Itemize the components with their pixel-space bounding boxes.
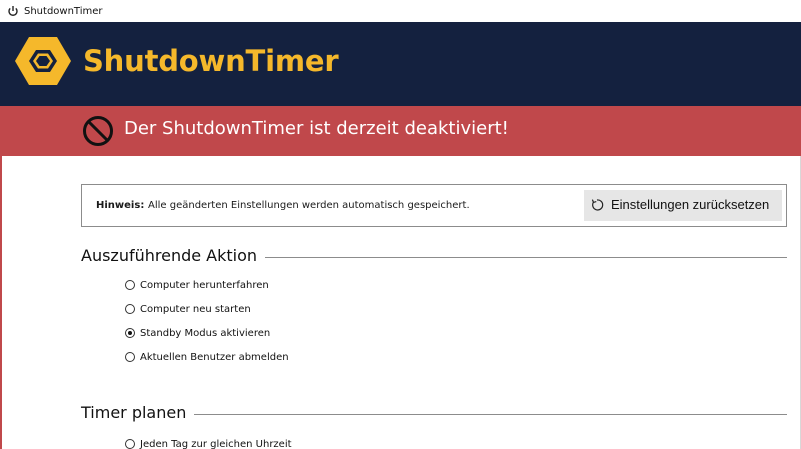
section-divider xyxy=(255,257,787,258)
power-icon xyxy=(8,6,18,16)
reset-settings-button[interactable]: Einstellungen zurücksetzen xyxy=(584,190,782,221)
status-banner: Der ShutdownTimer ist derzeit deaktivier… xyxy=(0,106,801,156)
radio-button[interactable] xyxy=(125,352,135,362)
radio-label: Standby Modus aktivieren xyxy=(140,327,271,339)
window-title: ShutdownTimer xyxy=(24,5,103,17)
hint-label: Hinweis: xyxy=(96,200,145,211)
radio-button[interactable] xyxy=(125,439,135,449)
radio-button-selected[interactable] xyxy=(125,328,135,338)
stop-icon xyxy=(83,116,113,146)
section-title-action: Auszuführende Aktion xyxy=(81,246,266,265)
hint-text: Alle geänderten Einstellungen werden aut… xyxy=(148,200,470,211)
radio-label: Computer neu starten xyxy=(140,303,251,315)
app-header: ShutdownTimer xyxy=(0,22,801,106)
radio-daily[interactable]: Jeden Tag zur gleichen Uhrzeit xyxy=(125,436,292,449)
app-brand-title: ShutdownTimer xyxy=(83,44,339,78)
radio-button[interactable] xyxy=(125,304,135,314)
section-title-timer: Timer planen xyxy=(81,403,195,422)
radio-standby[interactable]: Standby Modus aktivieren xyxy=(125,325,270,341)
radio-label: Jeden Tag zur gleichen Uhrzeit xyxy=(140,438,292,449)
section-divider xyxy=(188,414,787,415)
reset-settings-label: Einstellungen zurücksetzen xyxy=(611,197,770,212)
radio-label: Computer herunterfahren xyxy=(140,279,269,291)
radio-logoff[interactable]: Aktuellen Benutzer abmelden xyxy=(125,349,289,365)
reset-icon xyxy=(591,199,604,211)
radio-restart[interactable]: Computer neu starten xyxy=(125,301,251,317)
radio-shutdown[interactable]: Computer herunterfahren xyxy=(125,277,269,293)
radio-button[interactable] xyxy=(125,280,135,290)
hexagon-logo-icon xyxy=(15,37,71,85)
radio-label: Aktuellen Benutzer abmelden xyxy=(140,351,289,363)
window-titlebar[interactable]: ShutdownTimer xyxy=(0,0,801,22)
status-text: Der ShutdownTimer ist derzeit deaktivier… xyxy=(124,118,509,139)
